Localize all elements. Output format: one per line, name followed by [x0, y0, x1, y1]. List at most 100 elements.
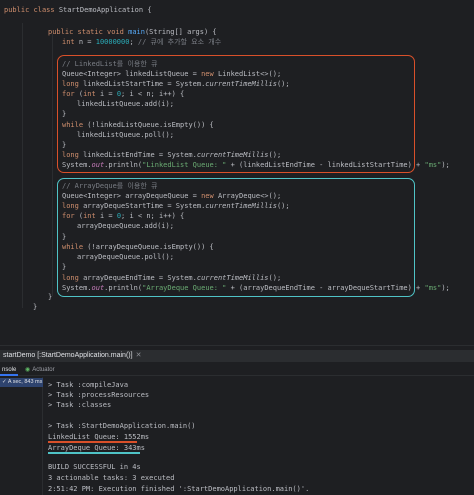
kw: long	[62, 80, 79, 88]
kw: static	[77, 28, 103, 36]
code: Queue<Integer> arrayDequeQueue =	[62, 192, 202, 200]
kw: int	[83, 212, 96, 220]
code: ();	[268, 151, 282, 159]
code: i =	[99, 212, 117, 220]
kw: long	[62, 274, 79, 282]
code: linkedListQueue.poll();	[77, 131, 174, 139]
kw: public	[48, 28, 74, 36]
kw: long	[62, 151, 79, 159]
console-line: BUILD SUCCESSFUL in 4s	[48, 463, 141, 471]
code: LinkedList<>();	[217, 70, 282, 78]
code-line: }	[62, 109, 66, 120]
run-tab-prefix: startDemo [:	[3, 352, 42, 359]
brace: }	[48, 293, 53, 301]
string: "ms"	[424, 161, 442, 169]
actuator-icon: ◉	[25, 367, 31, 373]
kw: for	[62, 90, 75, 98]
kw: void	[107, 28, 124, 36]
brace: }	[62, 263, 67, 271]
run-tree-pane: ✓ A sec, 843 ms	[0, 377, 43, 495]
console-line: > Task :compileJava	[48, 381, 129, 389]
code: arrayDequeQueue.add(i);	[77, 222, 174, 230]
code-line: arrayDequeQueue.poll();	[77, 252, 174, 263]
field: out	[91, 161, 105, 169]
kw: public	[4, 6, 30, 14]
code: ; i < n; i++) {	[121, 212, 185, 220]
kw: new	[201, 70, 214, 78]
indent-guide	[22, 23, 23, 308]
console-line: > Task :StartDemoApplication.main()	[48, 422, 196, 430]
comment: // ArrayDeque를 이용한 큐	[62, 182, 158, 190]
tab-console[interactable]: nsole	[0, 364, 19, 376]
code: ;	[129, 38, 134, 46]
comment: // 큐에 추가할 요소 개수	[137, 38, 222, 46]
kw: while	[62, 243, 84, 251]
panel-divider[interactable]	[0, 345, 474, 346]
kw: int	[83, 90, 96, 98]
class-name: StartDemoApplication {	[58, 6, 152, 14]
kw: long	[62, 202, 79, 210]
code: linkedListStartTime = System.	[83, 80, 206, 88]
field: out	[91, 284, 105, 292]
code: + (arrayDequeEndTime - arrayDequeStartTi…	[226, 284, 425, 292]
comment: // LinkedList를 이용한 큐	[62, 60, 158, 68]
kw: int	[62, 38, 75, 46]
code: + (linkedListEndTime - linkedListStartTi…	[226, 161, 425, 169]
code: linkedListQueue.add(i);	[77, 100, 174, 108]
console-line: > Task :classes	[48, 401, 112, 409]
brace: }	[33, 303, 38, 311]
kw: new	[201, 192, 214, 200]
code-line: arrayDequeQueue.add(i);	[77, 221, 174, 232]
code: (!linkedListQueue.isEmpty()) {	[87, 121, 214, 129]
method-name: currentTimeMillis	[196, 151, 269, 159]
code: System.	[62, 161, 92, 169]
code-line: System.out.println("LinkedList Queue: " …	[62, 160, 450, 171]
code: );	[441, 161, 450, 169]
code-line: linkedListQueue.add(i);	[77, 99, 174, 110]
code: arrayDequeStartTime = System.	[83, 202, 206, 210]
code-line: System.out.println("ArrayDeque Queue: " …	[62, 283, 450, 294]
console-output[interactable]: > Task :compileJava > Task :processResou…	[48, 377, 474, 495]
code: .println(	[104, 284, 143, 292]
method-name: main	[128, 28, 145, 36]
code: ; i < n; i++) {	[121, 90, 185, 98]
code: ();	[276, 80, 290, 88]
method-name: currentTimeMillis	[205, 202, 277, 210]
code: ();	[276, 202, 290, 210]
arraydeque-result-underline	[48, 452, 140, 454]
brace: }	[62, 233, 67, 241]
console-line: > Task :processResources	[48, 391, 150, 399]
indent-guide	[52, 34, 53, 296]
string: "ArrayDeque Queue: "	[142, 284, 227, 292]
string: "LinkedList Queue: "	[142, 161, 227, 169]
code: .println(	[104, 161, 143, 169]
code-line: linkedListQueue.poll();	[77, 130, 174, 141]
code: (!arrayDequeQueue.isEmpty()) {	[87, 243, 214, 251]
code: arrayDequeEndTime = System.	[83, 274, 197, 282]
code: System.	[62, 284, 92, 292]
console-line: 3 actionable tasks: 3 executed	[48, 474, 175, 482]
tree-item-run[interactable]: ✓ A sec, 843 ms	[0, 378, 43, 387]
params: (String[] args) {	[144, 28, 217, 36]
tab-actuator[interactable]: ◉ Actuator	[25, 364, 55, 376]
run-tab-bar: startDemo [:StartDemoApplication.main()]…	[0, 350, 474, 362]
brace: }	[62, 141, 67, 149]
code: Queue<Integer> linkedListQueue =	[62, 70, 202, 78]
kw: for	[62, 212, 75, 220]
method-name: currentTimeMillis	[196, 274, 269, 282]
code-editor[interactable]: public class StartDemoApplication { publ…	[0, 0, 474, 345]
code: n =	[78, 38, 96, 46]
string: "ms"	[424, 284, 442, 292]
number: 10000000	[95, 38, 130, 46]
console-line: 2:51:42 PM: Execution finished ':StartDe…	[48, 485, 310, 493]
tab-actuator-label: Actuator	[32, 367, 55, 373]
run-tab[interactable]: startDemo [:StartDemoApplication.main()]…	[0, 350, 141, 362]
code-line-n: int n = 10000000; // 큐에 추가할 요소 개수	[62, 37, 221, 48]
code: ();	[268, 274, 282, 282]
kw: while	[62, 121, 84, 129]
close-icon[interactable]: ✕	[136, 350, 142, 362]
code: i =	[99, 90, 117, 98]
code-line-class: public class StartDemoApplication {	[4, 5, 152, 16]
code-line-close-main: }	[48, 292, 52, 303]
run-tab-label: startDemo [:StartDemoApplication.main()]	[3, 350, 133, 362]
